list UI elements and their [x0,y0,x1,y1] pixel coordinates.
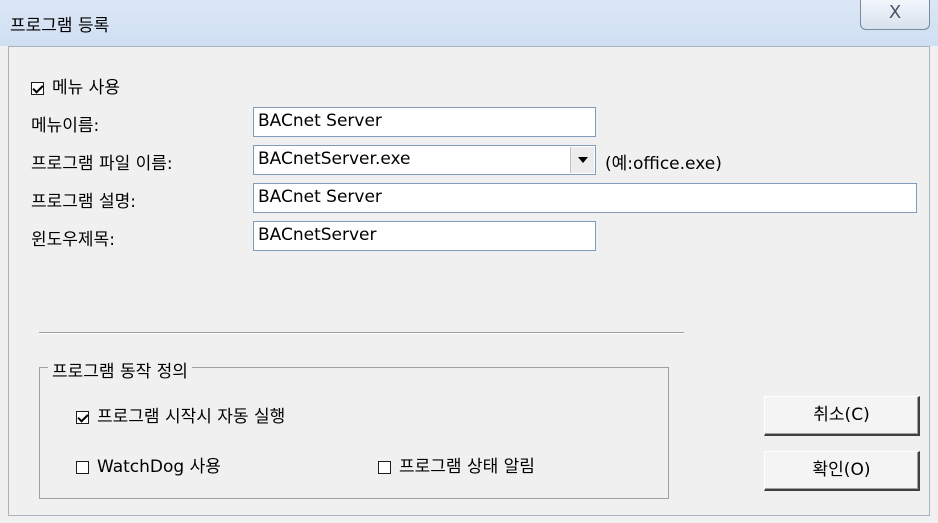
program-desc-label: 프로그램 설명: [31,192,136,212]
window-title-field[interactable]: BACnetServer [253,221,596,251]
use-menu-row[interactable]: 메뉴 사용 [31,73,120,98]
close-icon: X [888,2,902,23]
program-file-hint: (예:office.exe) [605,154,722,174]
auto-run-row[interactable]: 프로그램 시작시 자동 실행 [76,402,285,427]
ok-button[interactable]: 확인(O) [764,451,920,491]
use-menu-label: 메뉴 사용 [52,78,120,98]
auto-run-label: 프로그램 시작시 자동 실행 [97,407,286,427]
auto-run-checkbox[interactable] [76,410,89,424]
watchdog-label: WatchDog 사용 [97,457,221,477]
dialog-body: 메뉴 사용 메뉴이름: BACnet Server 프로그램 파일 이름: BA… [8,46,930,516]
behavior-group-title: 프로그램 동작 정의 [48,357,192,382]
program-file-combobox[interactable]: BACnetServer.exe [253,145,596,175]
status-notify-row[interactable]: 프로그램 상태 알림 [378,452,535,477]
watchdog-row[interactable]: WatchDog 사용 [76,452,221,477]
behavior-groupbox: 프로그램 동작 정의 프로그램 시작시 자동 실행 WatchDog 사용 프로… [39,357,669,499]
use-menu-checkbox[interactable] [31,81,44,95]
window-title-label: 윈도우제목: [31,230,115,250]
status-notify-checkbox[interactable] [378,460,391,474]
close-button[interactable]: X [860,0,930,30]
status-notify-label: 프로그램 상태 알림 [399,457,535,477]
program-file-label: 프로그램 파일 이름: [31,154,173,174]
separator [39,332,684,334]
menu-name-label: 메뉴이름: [31,116,100,136]
chevron-down-icon[interactable] [570,147,594,173]
cancel-button[interactable]: 취소(C) [764,396,920,436]
program-file-value: BACnetServer.exe [258,149,411,169]
title-bar: 프로그램 등록 X [0,0,938,46]
window-title: 프로그램 등록 [10,16,110,36]
menu-name-field[interactable]: BACnet Server [253,107,596,137]
program-desc-field[interactable]: BACnet Server [253,183,917,213]
watchdog-checkbox[interactable] [76,460,89,474]
